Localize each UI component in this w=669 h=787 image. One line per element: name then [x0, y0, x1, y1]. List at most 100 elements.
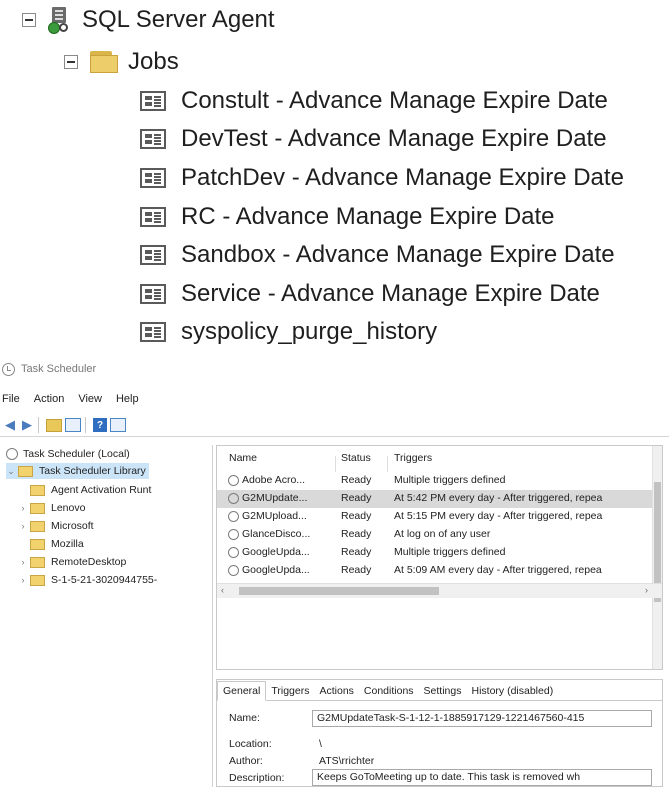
vertical-scrollbar[interactable] [652, 446, 662, 669]
job-item[interactable]: Service - Advance Manage Expire Date [140, 280, 600, 308]
task-triggers: At 5:09 AM every day - After triggered, … [394, 564, 602, 576]
table-row[interactable]: GlanceDisco... Ready At log on of any us… [217, 526, 657, 544]
job-item[interactable]: syspolicy_purge_history [140, 318, 437, 346]
back-arrow-icon[interactable]: ◀ [3, 417, 17, 433]
help-icon[interactable]: ? [93, 418, 107, 432]
menu-file[interactable]: File [2, 393, 20, 405]
column-divider[interactable] [387, 456, 388, 472]
jobs-folder-node[interactable]: Jobs [64, 48, 179, 76]
table-row[interactable]: G2MUpdate... Ready At 5:42 PM every day … [217, 490, 657, 508]
task-status: Ready [341, 510, 372, 522]
job-icon [140, 91, 166, 111]
tree-item-mozilla[interactable]: Mozilla [30, 536, 84, 552]
location-value: \ [319, 738, 322, 750]
task-clock-icon [228, 565, 239, 576]
forward-arrow-icon[interactable]: ▶ [20, 417, 34, 433]
chevron-right-icon[interactable]: › [18, 503, 28, 513]
task-status: Ready [341, 492, 372, 504]
task-status: Ready [341, 564, 372, 576]
menu-help[interactable]: Help [116, 393, 139, 405]
sql-agent-icon [48, 7, 72, 34]
job-icon [140, 207, 166, 227]
task-triggers: Multiple triggers defined [394, 546, 506, 558]
job-icon [140, 284, 166, 304]
chevron-right-icon[interactable]: › [18, 521, 28, 531]
task-scheduler-clock-icon [2, 362, 15, 376]
table-row[interactable]: Adobe Acro... Ready Multiple triggers de… [217, 472, 657, 490]
job-item[interactable]: DevTest - Advance Manage Expire Date [140, 125, 607, 153]
job-item[interactable]: Sandbox - Advance Manage Expire Date [140, 241, 615, 269]
show-hide-action-pane-icon[interactable] [110, 418, 126, 432]
job-item[interactable]: Constult - Advance Manage Expire Date [140, 87, 608, 115]
task-clock-icon [228, 511, 239, 522]
table-row[interactable]: GoogleUpda... Ready At 5:09 AM every day… [217, 562, 657, 580]
column-header-row: Name Status Triggers [217, 452, 662, 472]
up-folder-icon[interactable] [46, 418, 62, 432]
menu-action[interactable]: Action [34, 393, 65, 405]
description-field[interactable]: Keeps GoToMeeting up to date. This task … [312, 769, 652, 786]
console-tree: Task Scheduler (Local) ⌄ Task Scheduler … [0, 445, 213, 787]
job-label: PatchDev - Advance Manage Expire Date [181, 164, 624, 191]
task-name: G2MUpdate... [242, 492, 308, 504]
job-item[interactable]: RC - Advance Manage Expire Date [140, 203, 555, 231]
chevron-down-icon[interactable]: ⌄ [6, 466, 16, 477]
column-header-status[interactable]: Status [341, 452, 371, 464]
folder-icon [30, 538, 45, 550]
tab-actions[interactable]: Actions [314, 682, 358, 700]
scroll-left-icon[interactable]: ‹ [221, 585, 224, 595]
tree-item-sid[interactable]: › S-1-5-21-3020944755- [22, 572, 158, 588]
tree-item-agent-activation[interactable]: Agent Activation Runt [30, 482, 151, 498]
job-item[interactable]: PatchDev - Advance Manage Expire Date [140, 164, 624, 192]
job-label: Service - Advance Manage Expire Date [181, 280, 600, 307]
chevron-right-icon[interactable]: › [18, 557, 28, 567]
location-label: Location: [229, 738, 272, 750]
property-tabs: General Triggers Actions Conditions Sett… [217, 680, 662, 701]
tab-settings[interactable]: Settings [419, 682, 467, 700]
scrollbar-thumb[interactable] [239, 587, 439, 595]
job-label: syspolicy_purge_history [181, 318, 438, 345]
collapse-toggle[interactable] [64, 55, 78, 69]
show-hide-console-tree-icon[interactable] [65, 418, 81, 432]
tree-root-local[interactable]: Task Scheduler (Local) [6, 446, 130, 462]
horizontal-scrollbar[interactable]: ‹ › [217, 583, 662, 598]
column-header-triggers[interactable]: Triggers [394, 452, 432, 464]
task-name: G2MUpload... [242, 510, 307, 522]
tab-history[interactable]: History (disabled) [467, 682, 559, 700]
job-label: Constult - Advance Manage Expire Date [181, 87, 608, 114]
tab-general[interactable]: General [217, 681, 267, 701]
tab-triggers[interactable]: Triggers [266, 682, 314, 700]
tree-item-microsoft[interactable]: › Microsoft [22, 518, 94, 534]
column-divider[interactable] [335, 456, 336, 472]
tree-item-library[interactable]: ⌄ Task Scheduler Library [6, 463, 149, 479]
task-clock-icon [228, 529, 239, 540]
collapse-toggle[interactable] [22, 13, 36, 27]
task-name-field[interactable]: G2MUpdateTask-S-1-12-1-1885917129-122146… [312, 710, 652, 727]
task-clock-icon [228, 493, 239, 504]
task-scheduler-clock-icon [6, 448, 18, 460]
folder-icon [90, 51, 118, 73]
table-row[interactable]: GoogleUpda... Ready Multiple triggers de… [217, 544, 657, 562]
window-title: Task Scheduler [21, 363, 97, 375]
column-header-name[interactable]: Name [229, 452, 257, 464]
sql-server-agent-node[interactable]: SQL Server Agent [22, 6, 275, 34]
tree-item-remotedesktop[interactable]: › RemoteDesktop [22, 554, 127, 570]
job-icon [140, 129, 166, 149]
scroll-right-icon[interactable]: › [645, 585, 648, 595]
tab-conditions[interactable]: Conditions [359, 682, 419, 700]
task-pane: Name Status Triggers Adobe Acro... Ready… [216, 445, 669, 787]
folder-icon [30, 574, 45, 586]
chevron-right-icon[interactable]: › [18, 575, 28, 585]
table-row[interactable]: G2MUpload... Ready At 5:15 PM every day … [217, 508, 657, 526]
tree-item-lenovo[interactable]: › Lenovo [22, 500, 86, 516]
task-clock-icon [228, 547, 239, 558]
jobs-label: Jobs [128, 48, 179, 75]
tree-item-label: Agent Activation Runt [51, 484, 152, 496]
task-clock-icon [228, 475, 239, 486]
job-label: DevTest - Advance Manage Expire Date [181, 125, 607, 152]
menu-view[interactable]: View [78, 393, 102, 405]
task-scheduler-window: Task Scheduler File Action View Help ◀ ▶… [0, 356, 669, 787]
folder-icon [30, 502, 45, 514]
author-value: ATS\rrichter [319, 755, 375, 767]
tree-item-label: Mozilla [51, 538, 84, 550]
tree-item-label: RemoteDesktop [51, 556, 127, 568]
